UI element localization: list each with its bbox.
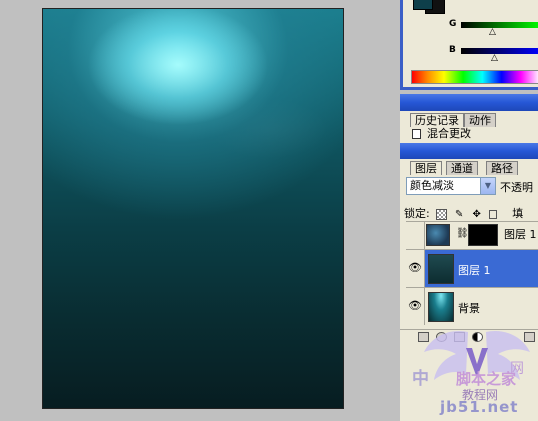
lock-label: 锁定: xyxy=(404,207,430,220)
new-adjustment-layer-icon[interactable] xyxy=(472,332,483,342)
document-canvas[interactable] xyxy=(42,8,344,409)
panel-divider xyxy=(400,143,538,159)
tab-actions[interactable]: 动作 xyxy=(464,113,496,127)
blue-slider-thumb-icon[interactable]: △ xyxy=(491,54,498,63)
layer-thumbnail xyxy=(428,254,454,284)
green-slider[interactable] xyxy=(461,22,538,28)
tab-channels[interactable]: 通道 xyxy=(446,161,478,175)
link-layers-icon[interactable] xyxy=(418,332,429,342)
layer-thumbnail xyxy=(426,224,450,246)
right-panel-dock: G △ B △ 历史记录 动作 混合更改 图层 通道 路径 颜色减淡 ▼ 不透明… xyxy=(400,0,538,421)
blend-mode-select[interactable]: 颜色减淡 ▼ xyxy=(406,177,496,195)
blend-mode-value: 颜色减淡 xyxy=(410,179,454,192)
eye-icon: 👁 xyxy=(408,299,422,312)
history-list-item[interactable]: 混合更改 xyxy=(412,127,538,141)
color-panel: G △ B △ xyxy=(400,0,538,90)
lock-transparency-icon[interactable] xyxy=(436,208,448,220)
visibility-toggle[interactable] xyxy=(406,222,425,249)
fill-label: 填 xyxy=(512,207,524,220)
history-state-icon xyxy=(412,129,421,139)
channel-g-label: G xyxy=(449,19,457,29)
lock-all-icon[interactable] xyxy=(488,209,497,219)
layer-mask-thumbnail[interactable] xyxy=(468,224,498,246)
lock-brush-icon[interactable]: ✎ xyxy=(454,209,465,220)
layer-row[interactable]: ⛓ 图层 1 xyxy=(406,221,538,249)
lock-row: 锁定: ✎ ✥ 填 xyxy=(404,205,538,221)
layer-row-selected[interactable]: 👁 图层 1 xyxy=(406,249,538,287)
tab-history[interactable]: 历史记录 xyxy=(410,113,464,127)
chevron-down-icon[interactable]: ▼ xyxy=(480,178,495,194)
visibility-toggle[interactable]: 👁 xyxy=(406,250,425,287)
channel-b-label: B xyxy=(449,45,456,55)
opacity-label: 不透明 xyxy=(500,181,533,194)
layer-name: 图层 1 xyxy=(504,228,537,241)
layer-name: 图层 1 xyxy=(458,264,491,277)
layer-thumbnail xyxy=(428,292,454,322)
new-layer-icon[interactable] xyxy=(524,332,535,342)
foreground-color-swatch[interactable] xyxy=(413,0,433,10)
green-slider-thumb-icon[interactable]: △ xyxy=(489,28,496,37)
layer-style-icon[interactable] xyxy=(436,332,447,342)
add-mask-icon[interactable] xyxy=(454,332,465,342)
link-icon: ⛓ xyxy=(456,228,469,239)
lock-move-icon[interactable]: ✥ xyxy=(471,209,482,220)
blue-slider[interactable] xyxy=(461,48,538,54)
color-spectrum-bar[interactable] xyxy=(411,70,538,84)
tab-layers[interactable]: 图层 xyxy=(410,161,442,175)
history-item-label: 混合更改 xyxy=(427,127,471,140)
layers-panel: 图层 通道 路径 颜色减淡 ▼ 不透明 锁定: ✎ ✥ 填 ⛓ 图层 1 👁 图… xyxy=(400,159,538,421)
visibility-toggle[interactable]: 👁 xyxy=(406,288,425,325)
history-panel: 历史记录 动作 混合更改 xyxy=(400,111,538,143)
panel-divider xyxy=(400,94,538,111)
layers-bottom-toolbar xyxy=(400,329,538,343)
eye-icon: 👁 xyxy=(408,261,422,274)
layer-row[interactable]: 👁 背景 xyxy=(406,287,538,325)
tab-paths[interactable]: 路径 xyxy=(486,161,518,175)
layer-name: 背景 xyxy=(458,302,480,315)
